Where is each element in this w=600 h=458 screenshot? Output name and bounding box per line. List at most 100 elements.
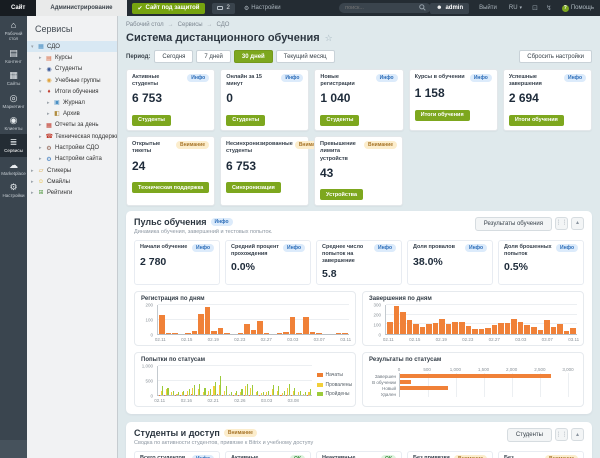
- notifications-chip[interactable]: 2: [212, 3, 234, 14]
- tree-item-label: Смайлы: [47, 179, 70, 185]
- sidebar-item-desktop[interactable]: ⌂Рабочий стол: [0, 17, 27, 45]
- breadcrumb-item[interactable]: Рабочий стол: [126, 22, 164, 28]
- tree-item-label: Итоги обучения: [55, 89, 99, 95]
- collapse-button[interactable]: ▴: [571, 428, 584, 441]
- tree-expand-arrow[interactable]: ▸: [39, 55, 43, 61]
- students-button[interactable]: Студенты: [507, 428, 552, 442]
- bar: [268, 391, 269, 395]
- legend-item: Провалены: [317, 382, 349, 388]
- tree-expand-arrow[interactable]: ▸: [39, 78, 43, 84]
- stat-card-action-button[interactable]: Студенты: [226, 115, 265, 126]
- site-protected-label: Сайт под защитой: [146, 5, 200, 11]
- x-axis: 02.1102.1502.1902.2302.2703.0303.0703.11: [157, 335, 349, 342]
- help-link[interactable]: ? Помощь: [556, 0, 600, 16]
- period-tab[interactable]: Сегодня: [154, 50, 193, 63]
- tree-item-students[interactable]: ▸◉Студенты: [27, 64, 117, 75]
- stat-card-action-button[interactable]: Устройства: [320, 189, 363, 200]
- favorite-star-icon[interactable]: ☆: [325, 33, 333, 44]
- tree-expand-arrow[interactable]: ▸: [31, 190, 35, 196]
- sidebar-item-services[interactable]: ≣Сервисы: [0, 134, 27, 156]
- tree-item-stickers[interactable]: ▸▱Стикеры: [27, 165, 117, 176]
- stat-card-action-button[interactable]: Студенты: [320, 115, 359, 126]
- breadcrumb-item[interactable]: Сервисы: [178, 22, 203, 28]
- reset-settings-button[interactable]: Сбросить настройки: [519, 50, 592, 63]
- sidebar-item-clients[interactable]: ◉Клиенты: [0, 112, 27, 134]
- bar: [199, 384, 200, 396]
- tree-item-journal[interactable]: ▸▣Журнал: [27, 97, 117, 108]
- bar-group: [302, 366, 306, 395]
- sidebar-item-marketplace[interactable]: ☁Marketplace: [0, 157, 27, 179]
- tree-expand-arrow[interactable]: ▸: [47, 100, 51, 106]
- bar: [420, 327, 426, 334]
- tree-expand-arrow[interactable]: ▸: [39, 145, 43, 151]
- tab-site[interactable]: Сайт: [0, 0, 36, 16]
- sidebar-item-label: Рабочий стол: [1, 31, 26, 42]
- stat-card-value: 1 040: [320, 91, 397, 105]
- tree-item-results[interactable]: ▾♦Итоги обучения: [27, 87, 117, 97]
- sidebar-item-sites[interactable]: ▦Сайты: [0, 67, 27, 89]
- tree-expand-arrow[interactable]: ▸: [39, 134, 43, 140]
- students-cards-row: Всего студентовИнфо6 753АктивныеОК6 753Н…: [134, 451, 584, 458]
- y-axis: 05001,000: [141, 366, 154, 396]
- period-tab[interactable]: Текущий месяц: [276, 50, 335, 63]
- bar-group: [191, 366, 195, 395]
- bar-group: [280, 366, 284, 395]
- stat-card: Доля брошенных попытокИнфо0.5%: [498, 240, 584, 285]
- tree-item-lms-settings[interactable]: ▸⚙Настройки СДО: [27, 142, 117, 153]
- tree-expand-arrow[interactable]: ▾: [31, 44, 35, 50]
- tree-expand-arrow[interactable]: ▸: [39, 66, 43, 72]
- tree-expand-arrow[interactable]: ▸: [39, 122, 43, 128]
- user-name: admin: [445, 5, 463, 11]
- tree-item-daily-reports[interactable]: ▸▦Отчеты за день: [27, 120, 117, 131]
- stat-card: Начали обучениеИнфо2 780: [134, 240, 220, 285]
- logout-link[interactable]: Выйти: [473, 0, 503, 16]
- bar-group: [164, 366, 168, 395]
- stat-card-action-button[interactable]: Синхронизация: [226, 182, 281, 193]
- pulse-section-title: Пульс обучения: [134, 217, 207, 227]
- tree-item-ratings[interactable]: ▸⊞Рейтинги: [27, 187, 117, 198]
- tree-expand-arrow[interactable]: ▸: [31, 179, 35, 185]
- lightning-icon[interactable]: ↯: [542, 0, 556, 16]
- period-tab[interactable]: 30 дней: [234, 50, 273, 63]
- user-menu[interactable]: ☻ admin: [430, 3, 469, 14]
- drag-handle-button[interactable]: ⋮⋮: [555, 428, 568, 441]
- monitor-icon[interactable]: ⊡: [528, 0, 542, 16]
- language-select[interactable]: RU ▾: [503, 0, 528, 16]
- breadcrumb-item[interactable]: СДО: [217, 22, 230, 28]
- stat-card: АктивныеОК6 753: [225, 451, 311, 458]
- stat-card-action-button[interactable]: Студенты: [132, 115, 171, 126]
- tree-item-archive[interactable]: ▸◧Архив: [27, 108, 117, 119]
- site-protected-button[interactable]: ✔ Сайт под защитой: [132, 3, 206, 14]
- stat-card-label: Доля провалов: [413, 244, 455, 251]
- sidebar-item-marketing[interactable]: ◎Маркетинг: [0, 90, 27, 112]
- tab-administration[interactable]: Администрирование: [36, 0, 126, 16]
- sidebar-item-content[interactable]: ▤Контент: [0, 45, 27, 67]
- tree-expand-arrow[interactable]: ▸: [47, 111, 51, 117]
- stat-card-label: Доля брошенных попыток: [504, 244, 554, 258]
- stat-card-action-button[interactable]: Техническая поддержка: [132, 182, 209, 193]
- sidebar-item-settings[interactable]: ⚙Настройки: [0, 179, 27, 201]
- bar: [570, 328, 576, 334]
- bar: [183, 391, 184, 395]
- tree-item-smiles[interactable]: ▸☺Смайлы: [27, 177, 117, 187]
- collapse-button[interactable]: ▴: [571, 217, 584, 230]
- tree-item-courses[interactable]: ▸▤Курсы: [27, 52, 117, 63]
- tree-item-support[interactable]: ▸☎Техническая поддержка: [27, 131, 117, 142]
- stat-card-action-button[interactable]: Итоги обучения: [509, 115, 564, 126]
- tree-item-site-settings[interactable]: ▸⚙Настройки сайта: [27, 154, 117, 165]
- tree-expand-arrow[interactable]: ▸: [31, 168, 35, 174]
- tree-item-groups[interactable]: ▸◉Учебные группы: [27, 75, 117, 86]
- bar: [446, 324, 452, 335]
- learning-results-button[interactable]: Результаты обучения: [475, 217, 552, 231]
- tree-expand-arrow[interactable]: ▸: [39, 156, 43, 162]
- bar-group: [170, 366, 174, 395]
- stat-card-value: 5.8: [322, 268, 396, 280]
- tree-expand-arrow[interactable]: ▾: [39, 89, 43, 95]
- drag-handle-button[interactable]: ⋮⋮: [555, 217, 568, 230]
- stat-card-action-button[interactable]: Итоги обучения: [415, 110, 470, 121]
- settings-menu[interactable]: ⚙ Настройки: [237, 0, 288, 16]
- period-tab[interactable]: 7 дней: [196, 50, 231, 63]
- clients-icon: ◉: [10, 115, 18, 125]
- search-input[interactable]: [339, 3, 431, 13]
- tree-item-sdo[interactable]: ▾▦СДО: [27, 41, 117, 52]
